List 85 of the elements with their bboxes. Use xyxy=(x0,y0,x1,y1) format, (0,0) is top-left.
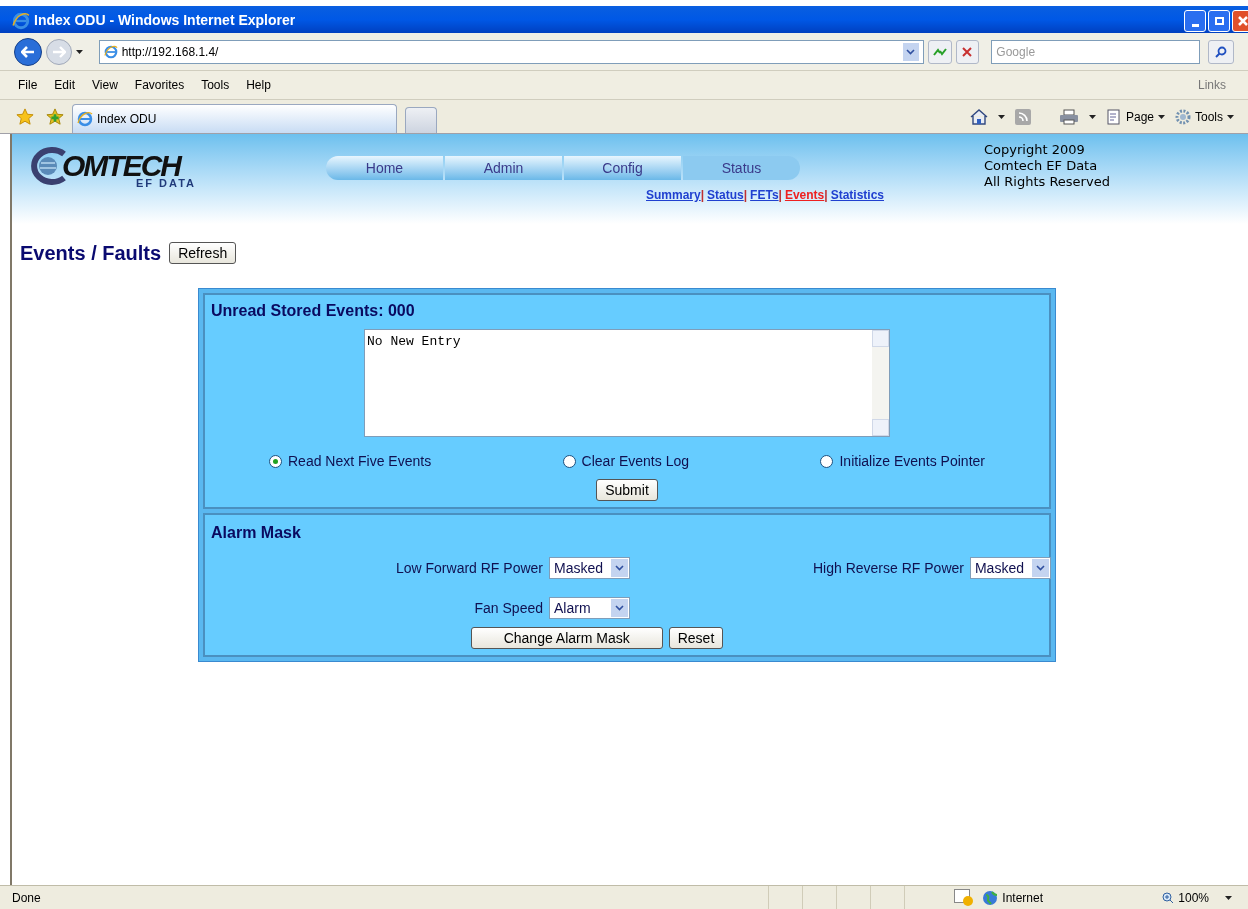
search-icon[interactable] xyxy=(1208,39,1234,64)
separator: | xyxy=(700,187,705,204)
page-menu[interactable]: Page xyxy=(1105,107,1165,126)
add-favorite-icon[interactable] xyxy=(46,107,64,126)
tools-menu[interactable]: Tools xyxy=(1175,107,1234,126)
nav-tab[interactable]: Home xyxy=(326,156,443,180)
panel-title: Unread Stored Events: 000 xyxy=(211,301,416,321)
back-button[interactable] xyxy=(14,37,42,66)
subnav-link[interactable]: FETs xyxy=(750,186,779,204)
radio-button[interactable] xyxy=(269,455,282,468)
radio-option[interactable]: Initialize Events Pointer xyxy=(820,451,985,472)
copyright-text: All Rights Reserved xyxy=(984,174,1110,190)
back-arrow-icon xyxy=(20,45,35,58)
caret-icon xyxy=(75,49,83,54)
field-label: Fan Speed xyxy=(473,598,544,618)
close-button[interactable] xyxy=(1232,9,1248,32)
events-log-field[interactable]: No New Entry xyxy=(364,329,890,437)
panel-title: Alarm Mask xyxy=(211,523,302,543)
zoom-icon xyxy=(1162,891,1175,904)
copyright-text: Comtech EF Data xyxy=(984,158,1099,174)
home-icon[interactable] xyxy=(969,108,988,125)
caret-icon xyxy=(1088,114,1096,119)
separator: | xyxy=(824,187,828,204)
separator: | xyxy=(778,187,782,204)
search-field[interactable]: Google xyxy=(991,39,1201,64)
caret-icon xyxy=(1225,895,1232,900)
radio-button[interactable] xyxy=(820,455,834,468)
nav-tab[interactable]: Config xyxy=(564,156,681,180)
page-icon xyxy=(1105,108,1122,125)
company-logo: OMTECH EF DATA xyxy=(26,146,226,190)
caret-icon xyxy=(997,114,1005,119)
refresh-icon[interactable] xyxy=(927,39,952,64)
ie-logo-icon xyxy=(12,11,30,30)
submit-button[interactable]: Submit xyxy=(596,479,658,501)
reset-button[interactable]: Reset xyxy=(668,627,724,649)
caret-icon xyxy=(1158,114,1165,119)
dropdown-value: Masked xyxy=(973,558,1025,578)
menu-item[interactable]: View xyxy=(92,76,118,94)
radio-option[interactable]: Clear Events Log xyxy=(562,451,689,472)
log-text: No New Entry xyxy=(366,333,462,351)
field-label: Low Forward RF Power xyxy=(394,558,544,578)
radio-option[interactable]: Read Next Five Events xyxy=(269,451,432,472)
refresh-button[interactable]: Refresh xyxy=(169,242,237,264)
printer-icon[interactable] xyxy=(1058,108,1079,125)
menu-item[interactable]: Favorites xyxy=(134,76,185,94)
scrollbar[interactable] xyxy=(872,330,889,436)
dropdown-value: Alarm xyxy=(553,598,592,618)
gear-icon xyxy=(1175,108,1191,125)
ie-logo-icon xyxy=(77,111,93,127)
nav-tab[interactable]: Admin xyxy=(445,156,562,180)
menu-item[interactable]: Edit xyxy=(54,76,76,94)
links-label[interactable]: Links xyxy=(1198,76,1226,94)
field-label: High Reverse RF Power xyxy=(813,558,964,578)
forward-arrow-icon xyxy=(51,45,66,58)
restore-button[interactable] xyxy=(1208,9,1230,32)
stop-icon[interactable] xyxy=(955,39,980,64)
copyright-text: Copyright 2009 xyxy=(984,142,1086,158)
separator: | xyxy=(743,187,748,204)
url-text: http://192.168.1.4/ xyxy=(121,43,220,61)
radio-button[interactable] xyxy=(562,455,576,468)
zone-indicator: Internet xyxy=(982,888,1163,907)
page-title: Events / Faults xyxy=(20,241,162,266)
caret-icon xyxy=(1227,114,1234,119)
address-field[interactable]: http://192.168.1.4/ xyxy=(98,39,924,64)
dropdown[interactable]: Masked xyxy=(549,557,630,579)
status-text: Done xyxy=(12,889,42,907)
dropdown[interactable]: Alarm xyxy=(549,597,630,619)
favorites-star-icon[interactable] xyxy=(16,107,34,126)
close-icon xyxy=(1238,15,1248,26)
menu-item[interactable]: Tools xyxy=(201,76,230,94)
window-title: Index ODU - Windows Internet Explorer xyxy=(34,11,297,30)
dropdown[interactable]: Masked xyxy=(969,557,1051,579)
browser-tab[interactable]: Index ODU xyxy=(72,104,397,133)
nav-tab[interactable]: Status xyxy=(683,156,800,180)
subnav-link[interactable]: Statistics xyxy=(830,186,884,204)
security-warning-icon[interactable] xyxy=(954,888,975,907)
ie-logo-icon xyxy=(103,44,118,59)
menu-item[interactable]: Help xyxy=(246,76,271,94)
dropdown-value: Masked xyxy=(553,558,605,578)
minimize-button[interactable] xyxy=(1184,9,1206,32)
menu-item[interactable]: File xyxy=(18,76,38,94)
change-alarm-mask-button[interactable]: Change Alarm Mask xyxy=(470,627,663,649)
subnav-link[interactable]: Status xyxy=(707,186,744,204)
zoom-level[interactable]: 100% xyxy=(1162,888,1232,907)
subnav-link[interactable]: Summary xyxy=(646,186,701,204)
